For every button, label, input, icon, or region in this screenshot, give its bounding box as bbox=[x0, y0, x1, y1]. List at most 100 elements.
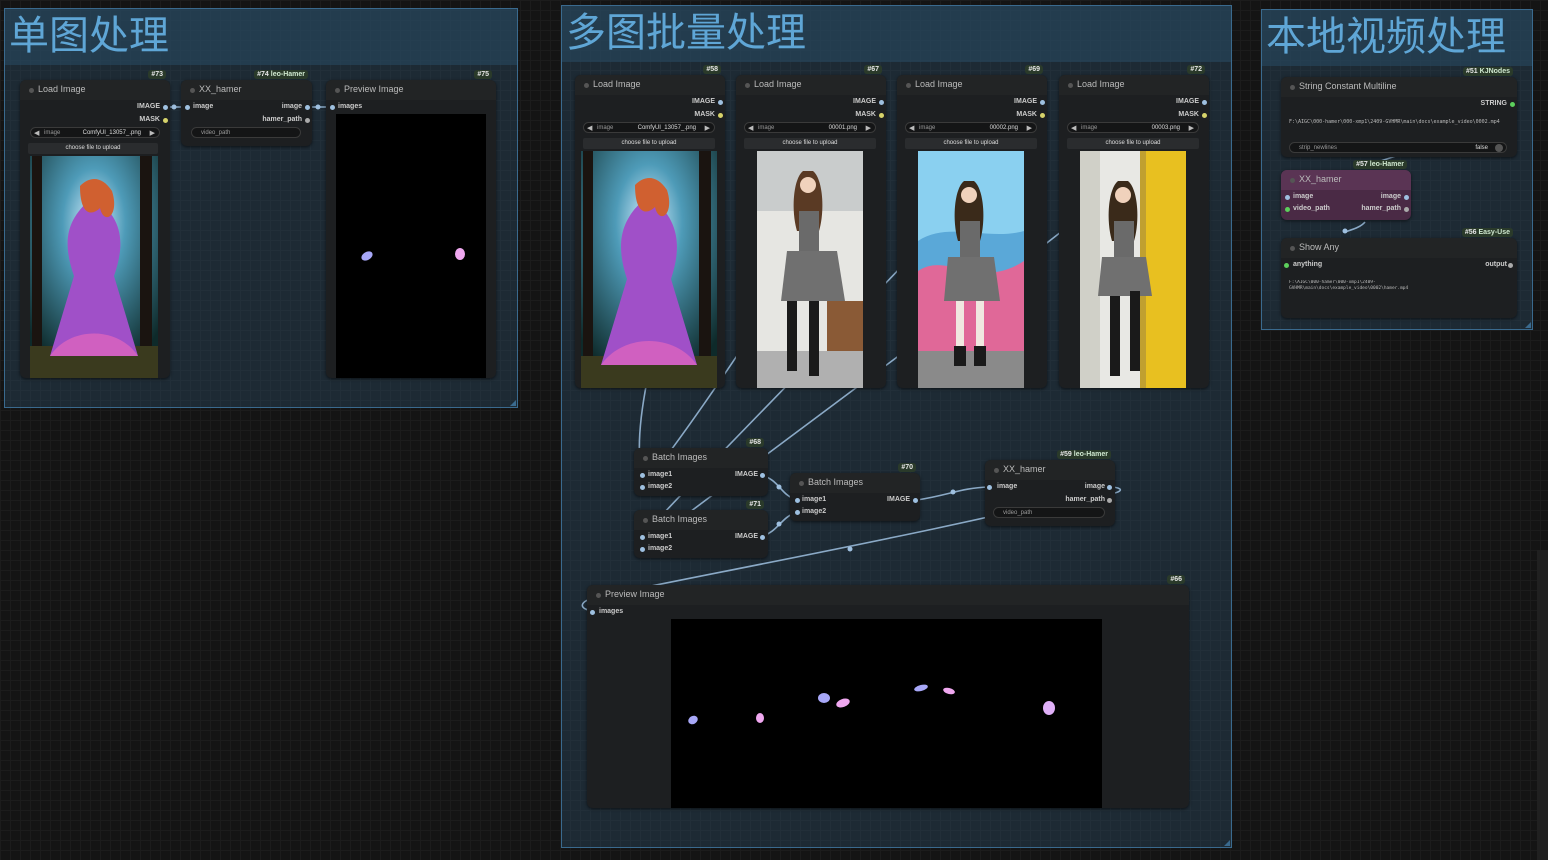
output-pin-image[interactable] bbox=[1404, 195, 1409, 200]
input-pin-image2[interactable] bbox=[640, 547, 645, 552]
collapse-dot[interactable] bbox=[584, 83, 589, 88]
node-title-bar[interactable]: Preview Image bbox=[326, 80, 496, 100]
input-pin-images[interactable] bbox=[590, 610, 595, 615]
arrow-right-icon[interactable]: ▶ bbox=[1027, 123, 1032, 132]
image-select-widget[interactable]: ◀ image ComfyUI_13057_.png ▶ bbox=[583, 122, 715, 133]
output-pin-image[interactable] bbox=[1040, 100, 1045, 105]
arrow-left-icon[interactable]: ◀ bbox=[909, 123, 914, 132]
collapse-dot[interactable] bbox=[1068, 83, 1073, 88]
input-pin-image1[interactable] bbox=[640, 535, 645, 540]
node-title-bar[interactable]: Load Image bbox=[897, 75, 1047, 95]
collapse-dot[interactable] bbox=[643, 456, 648, 461]
node-title-bar[interactable]: XX_hamer bbox=[181, 80, 312, 100]
output-pin-hamer-path[interactable] bbox=[1107, 498, 1112, 503]
input-pin-image[interactable] bbox=[185, 105, 190, 110]
node-title-bar[interactable]: Batch Images bbox=[634, 448, 768, 468]
collapse-dot[interactable] bbox=[799, 481, 804, 486]
batch-images-node[interactable]: Batch Images #70 image1 image2 IMAGE bbox=[790, 463, 920, 521]
output-pin-image[interactable] bbox=[879, 100, 884, 105]
output-pin-image[interactable] bbox=[1202, 100, 1207, 105]
collapse-dot[interactable] bbox=[1290, 85, 1295, 90]
hamer-node[interactable]: XX_hamer #74 leo-Hamer image image hamer… bbox=[181, 70, 312, 146]
load-image-node[interactable]: Load Image #73 IMAGE MASK ◀ image ComfyU… bbox=[20, 70, 170, 378]
load-image-node[interactable]: Load Image #72 IMAGE MASK ◀ image 00003.… bbox=[1059, 65, 1209, 388]
output-pin-image[interactable] bbox=[760, 535, 765, 540]
load-image-node[interactable]: Load Image #58 IMAGE MASK ◀ image ComfyU… bbox=[575, 65, 725, 388]
output-pin-image[interactable] bbox=[760, 473, 765, 478]
input-pin-anything[interactable] bbox=[1284, 263, 1289, 268]
output-pin-output[interactable] bbox=[1508, 263, 1513, 268]
upload-button[interactable]: choose file to upload bbox=[1067, 138, 1199, 149]
output-pin-image[interactable] bbox=[163, 105, 168, 110]
output-pin-mask[interactable] bbox=[879, 113, 884, 118]
strip-newlines-toggle[interactable]: strip_newlines false bbox=[1289, 142, 1507, 153]
node-title-bar[interactable]: Load Image bbox=[1059, 75, 1209, 95]
node-title-bar[interactable]: Load Image bbox=[736, 75, 886, 95]
input-pin-video-path[interactable] bbox=[1285, 207, 1290, 212]
node-title-bar[interactable]: String Constant Multiline bbox=[1281, 77, 1517, 97]
node-title-bar[interactable]: Load Image bbox=[20, 80, 170, 100]
arrow-left-icon[interactable]: ◀ bbox=[1071, 123, 1076, 132]
node-title-bar[interactable]: XX_hamer bbox=[1281, 170, 1411, 190]
node-title-bar[interactable]: Load Image bbox=[575, 75, 725, 95]
input-pin-images[interactable] bbox=[330, 105, 335, 110]
output-pin-hamer-path[interactable] bbox=[305, 118, 310, 123]
collapse-dot[interactable] bbox=[29, 88, 34, 93]
image-select-widget[interactable]: ◀ image 00003.png ▶ bbox=[1067, 122, 1199, 133]
input-pin-image[interactable] bbox=[987, 485, 992, 490]
node-title-bar[interactable]: Preview Image bbox=[587, 585, 1189, 605]
input-pin-image1[interactable] bbox=[795, 498, 800, 503]
output-pin-image[interactable] bbox=[718, 100, 723, 105]
output-pin-mask[interactable] bbox=[1202, 113, 1207, 118]
canvas-scrollbar[interactable] bbox=[1537, 550, 1548, 860]
arrow-right-icon[interactable]: ▶ bbox=[150, 128, 155, 137]
hamer-node[interactable]: XX_hamer #59 leo-Hamer image image hamer… bbox=[985, 450, 1115, 526]
string-constant-node[interactable]: String Constant Multiline #51 KJNodes ST… bbox=[1281, 67, 1517, 157]
collapse-dot[interactable] bbox=[596, 593, 601, 598]
arrow-right-icon[interactable]: ▶ bbox=[1189, 123, 1194, 132]
batch-images-node[interactable]: Batch Images #71 image1 image2 IMAGE bbox=[634, 500, 768, 558]
output-pin-image[interactable] bbox=[1107, 485, 1112, 490]
arrow-left-icon[interactable]: ◀ bbox=[587, 123, 592, 132]
node-title-bar[interactable]: Show Any bbox=[1281, 238, 1517, 258]
load-image-node[interactable]: Load Image #67 IMAGE MASK ◀ image 00001.… bbox=[736, 65, 886, 388]
hamer-node[interactable]: XX_hamer #57 leo-Hamer image video_path … bbox=[1281, 160, 1411, 220]
show-text-area[interactable]: F:\AIGC\000-hamer\000-xmp1\2409- GVHMR\m… bbox=[1289, 280, 1511, 292]
output-pin-mask[interactable] bbox=[163, 118, 168, 123]
output-pin-image[interactable] bbox=[913, 498, 918, 503]
collapse-dot[interactable] bbox=[643, 518, 648, 523]
arrow-right-icon[interactable]: ▶ bbox=[705, 123, 710, 132]
batch-images-node[interactable]: Batch Images #68 image1 image2 IMAGE bbox=[634, 438, 768, 496]
preview-image-node[interactable]: Preview Image #75 images bbox=[326, 70, 496, 378]
output-pin-mask[interactable] bbox=[1040, 113, 1045, 118]
upload-button[interactable]: choose file to upload bbox=[28, 143, 158, 154]
output-pin-string[interactable] bbox=[1510, 102, 1515, 107]
upload-button[interactable]: choose file to upload bbox=[583, 138, 715, 149]
image-select-widget[interactable]: ◀ image 00002.png ▶ bbox=[905, 122, 1037, 133]
node-title-bar[interactable]: Batch Images bbox=[790, 473, 920, 493]
node-title-bar[interactable]: Batch Images bbox=[634, 510, 768, 530]
show-any-node[interactable]: Show Any #56 Easy-Use anything output F:… bbox=[1281, 228, 1517, 318]
collapse-dot[interactable] bbox=[906, 83, 911, 88]
input-pin-image2[interactable] bbox=[640, 485, 645, 490]
upload-button[interactable]: choose file to upload bbox=[905, 138, 1037, 149]
collapse-dot[interactable] bbox=[1290, 246, 1295, 251]
collapse-dot[interactable] bbox=[190, 88, 195, 93]
arrow-left-icon[interactable]: ◀ bbox=[748, 123, 753, 132]
upload-button[interactable]: choose file to upload bbox=[744, 138, 876, 149]
arrow-right-icon[interactable]: ▶ bbox=[866, 123, 871, 132]
collapse-dot[interactable] bbox=[745, 83, 750, 88]
output-pin-hamer-path[interactable] bbox=[1404, 207, 1409, 212]
arrow-left-icon[interactable]: ◀ bbox=[34, 128, 39, 137]
image-select-widget[interactable]: ◀ image 00001.png ▶ bbox=[744, 122, 876, 133]
node-title-bar[interactable]: XX_hamer bbox=[985, 460, 1115, 480]
input-pin-image[interactable] bbox=[1285, 195, 1290, 200]
input-pin-image2[interactable] bbox=[795, 510, 800, 515]
load-image-node[interactable]: Load Image #69 IMAGE MASK ◀ image 00002.… bbox=[897, 65, 1047, 388]
video-path-input[interactable]: video_path bbox=[993, 507, 1105, 518]
preview-image-node[interactable]: Preview Image #66 images bbox=[587, 575, 1189, 808]
string-text-area[interactable]: F:\AIGC\000-hamer\000-xmp1\2409-GVHMR\ma… bbox=[1289, 119, 1511, 126]
output-pin-image[interactable] bbox=[305, 105, 310, 110]
video-path-input[interactable]: video_path bbox=[191, 127, 301, 138]
collapse-dot[interactable] bbox=[994, 468, 999, 473]
